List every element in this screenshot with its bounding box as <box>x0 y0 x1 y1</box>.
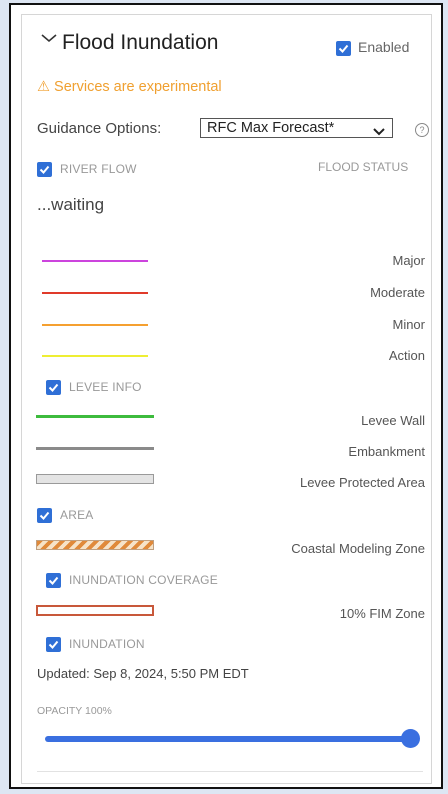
legend-swatch-coastal-modeling-zone <box>36 540 154 550</box>
opacity-slider-thumb[interactable] <box>401 729 420 748</box>
legend-swatch-embankment <box>36 447 154 450</box>
legend-label-major: Major <box>392 253 425 268</box>
legend-label-levee-protected-area: Levee Protected Area <box>299 475 425 490</box>
legend-label-moderate: Moderate <box>370 285 425 300</box>
river-flow-toggle[interactable]: RIVER FLOW <box>37 162 137 178</box>
river-flow-label: RIVER FLOW <box>60 162 137 176</box>
enabled-checkbox[interactable] <box>336 40 351 56</box>
panel-title: Flood Inundation <box>62 31 219 54</box>
legend-label-levee-wall: Levee Wall <box>361 413 425 428</box>
opacity-slider-track[interactable] <box>45 736 415 742</box>
enabled-label: Enabled <box>358 39 410 55</box>
legend-swatch-levee-wall <box>36 415 154 418</box>
divider <box>37 771 423 772</box>
enabled-toggle[interactable]: Enabled <box>336 39 409 56</box>
chevron-down-icon[interactable] <box>39 29 59 49</box>
inundation-coverage-label: INUNDATION COVERAGE <box>69 573 218 587</box>
legend-swatch-major <box>42 260 148 262</box>
waiting-status: ...waiting <box>37 195 105 214</box>
river-flow-checkbox[interactable] <box>37 162 52 178</box>
inundation-toggle[interactable]: INUNDATION <box>46 637 145 653</box>
inundation-checkbox[interactable] <box>46 637 61 653</box>
flood-status-header: FLOOD STATUS <box>318 160 409 174</box>
levee-info-toggle[interactable]: LEVEE INFO <box>46 380 142 396</box>
experimental-warning: ⚠ Services are experimental <box>37 79 222 95</box>
opacity-label: OPACITY 100% <box>37 705 112 717</box>
legend-label-10-fim-zone: 10% FIM Zone <box>339 606 425 621</box>
legend-label-coastal-modeling-zone: Coastal Modeling Zone <box>291 541 425 556</box>
flood-inundation-panel: Flood Inundation Enabled ⚠ Services are … <box>21 14 432 784</box>
chevron-down-icon <box>373 124 385 140</box>
legend-label-action: Action <box>388 348 425 363</box>
guidance-selected-value: RFC Max Forecast* <box>207 120 335 136</box>
legend-label-minor: Minor <box>392 317 425 332</box>
legend-swatch-action <box>42 355 148 357</box>
legend-swatch-moderate <box>42 292 148 294</box>
levee-info-checkbox[interactable] <box>46 380 61 396</box>
guidance-options-label: Guidance Options: <box>37 120 162 137</box>
legend-label-embankment: Embankment <box>348 444 425 459</box>
area-label: AREA <box>60 508 94 522</box>
legend-swatch-10-fim-zone <box>36 605 154 616</box>
levee-info-label: LEVEE INFO <box>69 380 142 394</box>
legend-swatch-minor <box>42 324 148 326</box>
legend-swatch-levee-protected-area <box>36 474 154 484</box>
guidance-options-select[interactable]: RFC Max Forecast* <box>200 118 393 138</box>
inundation-coverage-checkbox[interactable] <box>46 573 61 589</box>
area-toggle[interactable]: AREA <box>37 508 94 524</box>
area-checkbox[interactable] <box>37 508 52 524</box>
inundation-coverage-toggle[interactable]: INUNDATION COVERAGE <box>46 573 218 589</box>
updated-timestamp: Updated: Sep 8, 2024, 5:50 PM EDT <box>37 666 249 681</box>
help-icon[interactable]: ? <box>415 123 429 137</box>
inundation-label: INUNDATION <box>69 637 145 651</box>
